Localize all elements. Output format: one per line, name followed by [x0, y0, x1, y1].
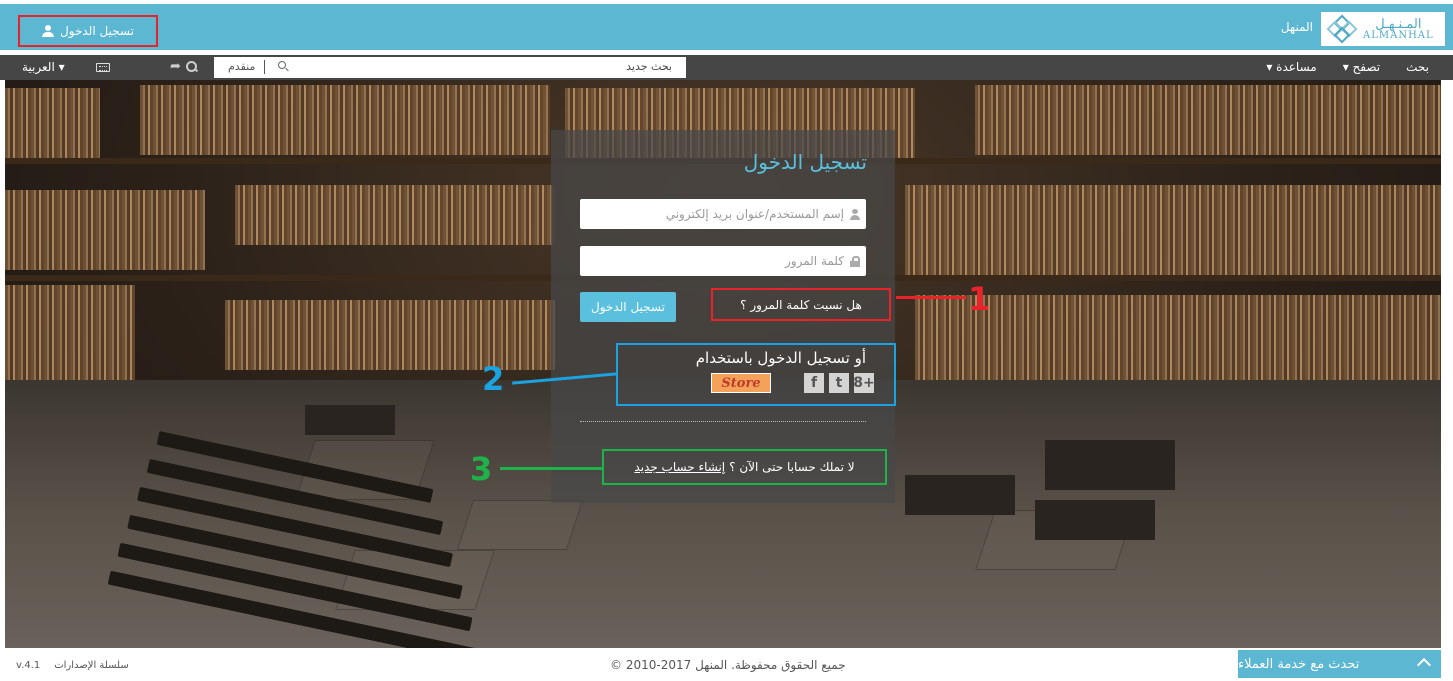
no-account-text: لا تملك حسابا حتى الآن ؟: [729, 460, 855, 474]
logo-wordmark: المـنـهـل ALMANHAL: [1363, 16, 1434, 41]
nav-bar: العربية ▾ ➦ منقدم بحث جديد بحث تصفح ▾ مس…: [0, 55, 1453, 80]
divider: [580, 421, 866, 422]
nav-menu: بحث تصفح ▾ مساعدة ▾: [1266, 60, 1429, 74]
search-icon[interactable]: [278, 61, 290, 73]
social-login-title: أو تسجيل الدخول باستخدام: [695, 349, 866, 367]
language-dropdown[interactable]: العربية ▾: [22, 60, 65, 74]
username-placeholder: إسم المستخدم/عنوان بريد إلكتروني: [665, 207, 844, 221]
chat-label: تحدث مع خدمة العملاء: [1238, 656, 1360, 672]
forgot-password-link[interactable]: هل نسيت كلمة المرور ؟: [711, 288, 891, 321]
login-button[interactable]: تسجيل الدخول: [580, 292, 676, 322]
top-edge: [0, 0, 1453, 4]
store-login-button[interactable]: Store: [711, 373, 771, 393]
search-history-icon[interactable]: [186, 59, 198, 73]
password-placeholder: كلمة المرور: [784, 254, 844, 268]
nav-browse[interactable]: تصفح ▾: [1343, 60, 1380, 74]
create-account-link[interactable]: إنشاء حساب جديد: [634, 460, 725, 474]
callout-number-2: 2: [482, 360, 505, 398]
version-info[interactable]: سلسلة الإصدارات v.4.1: [16, 660, 129, 671]
top-header: تسجيل الدخول المنهل المـنـهـل ALMANHAL: [0, 0, 1453, 50]
chevron-up-icon: [1416, 657, 1432, 673]
callout-line-3: [500, 467, 604, 470]
logo-mark-icon: [1326, 14, 1358, 44]
footer: سلسلة الإصدارات v.4.1 جميع الحقوق محفوظة…: [0, 648, 1453, 681]
brand-link[interactable]: المنهل: [1281, 20, 1313, 34]
version-label: سلسلة الإصدارات: [54, 660, 129, 671]
new-search-label[interactable]: بحث جديد: [626, 60, 672, 73]
almanhal-logo[interactable]: المـنـهـل ALMANHAL: [1321, 12, 1445, 46]
search-divider: [264, 60, 265, 74]
password-field[interactable]: كلمة المرور: [580, 246, 866, 276]
login-title: تسجيل الدخول: [743, 150, 867, 174]
copyright-text: جميع الحقوق محفوظة. المنهل 2017-2010 ©: [610, 658, 846, 672]
social-login-box: أو تسجيل الدخول باستخدام 8+ t f Store: [616, 343, 896, 406]
lock-icon: [850, 255, 860, 267]
nav-search[interactable]: بحث: [1406, 60, 1429, 74]
google-plus-icon[interactable]: 8+: [853, 373, 875, 393]
user-icon: [850, 208, 860, 220]
facebook-icon[interactable]: f: [804, 373, 824, 393]
header-login-label: تسجيل الدخول: [60, 24, 134, 38]
callout-line-1: [896, 296, 966, 299]
advanced-search-link[interactable]: منقدم: [228, 60, 255, 73]
signup-prompt: لا تملك حسابا حتى الآن ؟ إنشاء حساب جديد: [602, 449, 887, 485]
callout-number-3: 3: [470, 450, 493, 488]
keyboard-icon[interactable]: [96, 63, 110, 72]
user-icon: [42, 25, 55, 37]
share-arrow-icon[interactable]: ➦: [170, 59, 181, 74]
callout-number-1: 1: [968, 280, 991, 318]
search-input[interactable]: منقدم بحث جديد: [214, 57, 686, 78]
version-number: v.4.1: [16, 660, 41, 671]
header-login-button[interactable]: تسجيل الدخول: [18, 15, 158, 47]
login-panel: تسجيل الدخول إسم المستخدم/عنوان بريد إلك…: [551, 130, 896, 503]
customer-chat-button[interactable]: تحدث مع خدمة العملاء: [1238, 650, 1441, 678]
username-field[interactable]: إسم المستخدم/عنوان بريد إلكتروني: [580, 199, 866, 229]
nav-help[interactable]: مساعدة ▾: [1266, 60, 1316, 74]
twitter-icon[interactable]: t: [829, 373, 849, 393]
